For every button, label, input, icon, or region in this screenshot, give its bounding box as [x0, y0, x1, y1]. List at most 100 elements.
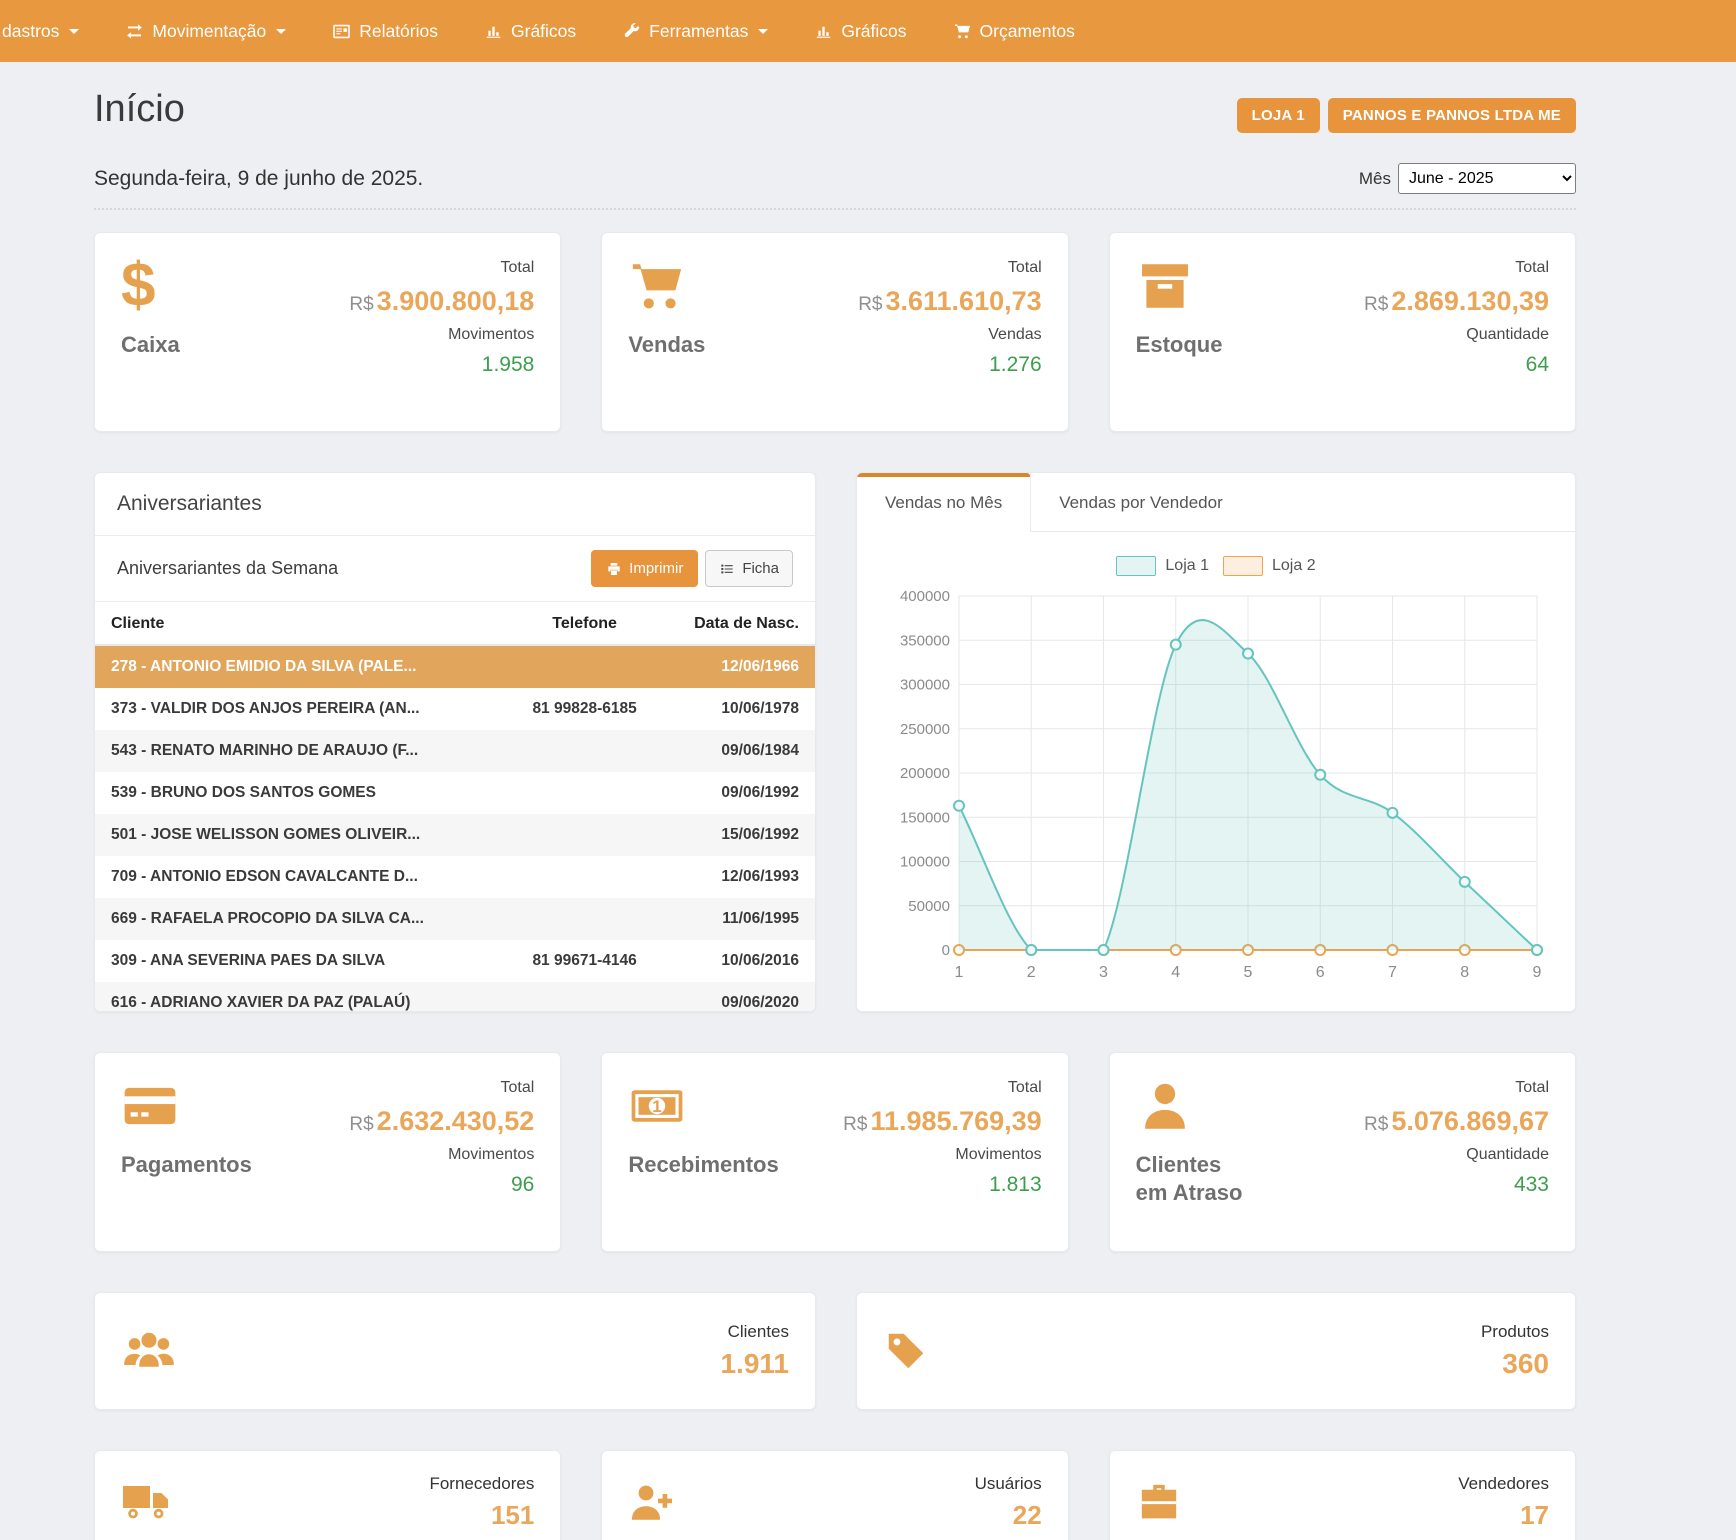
table-row[interactable]: 309 - ANA SEVERINA PAES DA SILVA81 99671… — [95, 940, 815, 982]
cell-nasc: 09/06/1992 — [671, 772, 815, 814]
legend-label: Loja 2 — [1272, 557, 1316, 575]
nav-item-cadastros[interactable]: dastros — [0, 0, 102, 62]
count-value: 433 — [1364, 1173, 1549, 1197]
nav-item-graficos[interactable]: Gráficos — [461, 0, 599, 62]
cart-icon — [953, 22, 972, 41]
column-header-cliente: Cliente — [95, 602, 498, 645]
total-label: Total — [843, 1079, 1041, 1097]
total-label: Total — [349, 259, 534, 277]
amount: 5.076.869,67 — [1391, 1106, 1549, 1136]
cell-cliente: 309 - ANA SEVERINA PAES DA SILVA — [95, 940, 498, 982]
box-icon — [1136, 257, 1194, 315]
nav-item-label: Gráficos — [511, 21, 576, 42]
table-row[interactable]: 709 - ANTONIO EDSON CAVALCANTE D...12/06… — [95, 856, 815, 898]
cell-telefone: 81 99828-6185 — [498, 688, 671, 730]
mini-card-usuarios: Usuários 22 — [601, 1450, 1068, 1540]
printer-icon — [606, 561, 622, 577]
nav-item-graficos-2[interactable]: Gráficos — [791, 0, 929, 62]
cell-telefone: 81 99671-4146 — [498, 940, 671, 982]
cell-telefone — [498, 730, 671, 772]
cell-nasc: 12/06/1993 — [671, 856, 815, 898]
mini-card-fornecedores: Fornecedores 151 — [94, 1450, 561, 1540]
cell-cliente: 616 - ADRIANO XAVIER DA PAZ (PALAÚ) — [95, 982, 498, 1012]
tab-vendas-no-mes[interactable]: Vendas no Mês — [857, 473, 1031, 532]
count-value: 96 — [349, 1173, 534, 1197]
top-navbar: dastros Movimentação Relatórios Gráficos… — [0, 0, 1736, 62]
dollar-icon: $ — [121, 257, 179, 315]
cell-telefone — [498, 772, 671, 814]
nav-item-movimentacao[interactable]: Movimentação — [102, 0, 309, 62]
nav-item-relatorios[interactable]: Relatórios — [309, 0, 461, 62]
count-label: Vendas — [858, 326, 1041, 344]
amount: 3.611.610,73 — [885, 286, 1041, 316]
table-row[interactable]: 616 - ADRIANO XAVIER DA PAZ (PALAÚ)09/06… — [95, 982, 815, 1012]
caret-down-icon — [758, 29, 768, 34]
list-icon — [719, 561, 735, 577]
svg-text:300000: 300000 — [900, 677, 950, 694]
cell-telefone — [498, 856, 671, 898]
stat-card-estoque: Estoque Total R$2.869.130,39 Quantidade … — [1109, 232, 1576, 432]
cell-telefone — [498, 982, 671, 1012]
caret-down-icon — [69, 29, 79, 34]
svg-text:5: 5 — [1244, 964, 1253, 981]
svg-text:1: 1 — [955, 964, 964, 981]
svg-text:3: 3 — [1099, 964, 1108, 981]
column-header-nasc: Data de Nasc. — [671, 602, 815, 645]
svg-text:0: 0 — [942, 942, 950, 959]
legend-item-loja2[interactable]: Loja 2 — [1223, 556, 1316, 576]
wrench-icon — [622, 22, 641, 41]
mini-card-value: 17 — [1458, 1500, 1549, 1531]
legend-item-loja1[interactable]: Loja 1 — [1116, 556, 1209, 576]
total-value: R$5.076.869,67 — [1364, 1106, 1549, 1137]
table-row[interactable]: 501 - JOSE WELISSON GOMES OLIVEIR...15/0… — [95, 814, 815, 856]
table-row[interactable]: 543 - RENATO MARINHO DE ARAUJO (F...09/0… — [95, 730, 815, 772]
cell-cliente: 543 - RENATO MARINHO DE ARAUJO (F... — [95, 730, 498, 772]
nav-item-ferramentas[interactable]: Ferramentas — [599, 0, 791, 62]
amount: 3.900.800,18 — [377, 286, 535, 316]
sales-chart: 0500001000001500002000002500003000003500… — [879, 588, 1553, 986]
cell-nasc: 10/06/2016 — [671, 940, 815, 982]
company-button[interactable]: PANNOS E PANNOS LTDA ME — [1328, 98, 1576, 133]
stat-card-label: Caixa — [121, 331, 180, 359]
amount: 2.632.430,52 — [377, 1106, 535, 1136]
currency-prefix: R$ — [349, 294, 373, 315]
stat-card-clientes-em-atraso: Clientes em Atraso Total R$5.076.869,67 … — [1109, 1052, 1576, 1252]
month-label: Mês — [1359, 169, 1391, 189]
table-row[interactable]: 539 - BRUNO DOS SANTOS GOMES09/06/1992 — [95, 772, 815, 814]
chart-tabs: Vendas no Mês Vendas por Vendedor — [857, 473, 1575, 532]
cell-telefone — [498, 898, 671, 940]
total-value: R$2.632.430,52 — [349, 1106, 534, 1137]
legend-label: Loja 1 — [1165, 557, 1209, 575]
cell-nasc: 12/06/1966 — [671, 645, 815, 688]
print-button[interactable]: Imprimir — [591, 550, 698, 587]
stat-card-pagamentos: Pagamentos Total R$2.632.430,52 Moviment… — [94, 1052, 561, 1252]
briefcase-icon — [1136, 1481, 1182, 1523]
ficha-button-label: Ficha — [742, 560, 779, 577]
cell-cliente: 501 - JOSE WELISSON GOMES OLIVEIR... — [95, 814, 498, 856]
page-title: Início — [94, 88, 185, 131]
cell-telefone — [498, 645, 671, 688]
svg-text:350000: 350000 — [900, 632, 950, 649]
cell-cliente: 278 - ANTONIO EMIDIO DA SILVA (PALE... — [95, 645, 498, 688]
table-row[interactable]: 669 - RAFAELA PROCOPIO DA SILVA CA...11/… — [95, 898, 815, 940]
cell-telefone — [498, 814, 671, 856]
stat-card-recebimentos: 1 Recebimentos Total R$11.985.769,39 Mov… — [601, 1052, 1068, 1252]
mini-card-vendedores: Vendedores 17 — [1109, 1450, 1576, 1540]
person-plus-icon — [628, 1480, 676, 1524]
ficha-button[interactable]: Ficha — [705, 550, 793, 587]
people-icon — [121, 1325, 177, 1377]
report-icon — [332, 22, 351, 41]
count-value: 1.276 — [858, 353, 1041, 377]
count-label: Movimentos — [349, 1146, 534, 1164]
store-button[interactable]: LOJA 1 — [1237, 98, 1320, 133]
nav-item-orcamentos[interactable]: Orçamentos — [930, 0, 1098, 62]
total-label: Total — [1364, 259, 1549, 277]
svg-text:400000: 400000 — [900, 588, 950, 605]
tab-vendas-por-vendedor[interactable]: Vendas por Vendedor — [1031, 473, 1251, 531]
table-row[interactable]: 373 - VALDIR DOS ANJOS PEREIRA (AN...81 … — [95, 688, 815, 730]
svg-text:9: 9 — [1533, 964, 1542, 981]
table-row[interactable]: 278 - ANTONIO EMIDIO DA SILVA (PALE... 12… — [95, 645, 815, 688]
month-select[interactable]: June - 2025 — [1398, 163, 1576, 194]
nav-item-label: Ferramentas — [649, 21, 748, 42]
svg-text:7: 7 — [1388, 964, 1397, 981]
